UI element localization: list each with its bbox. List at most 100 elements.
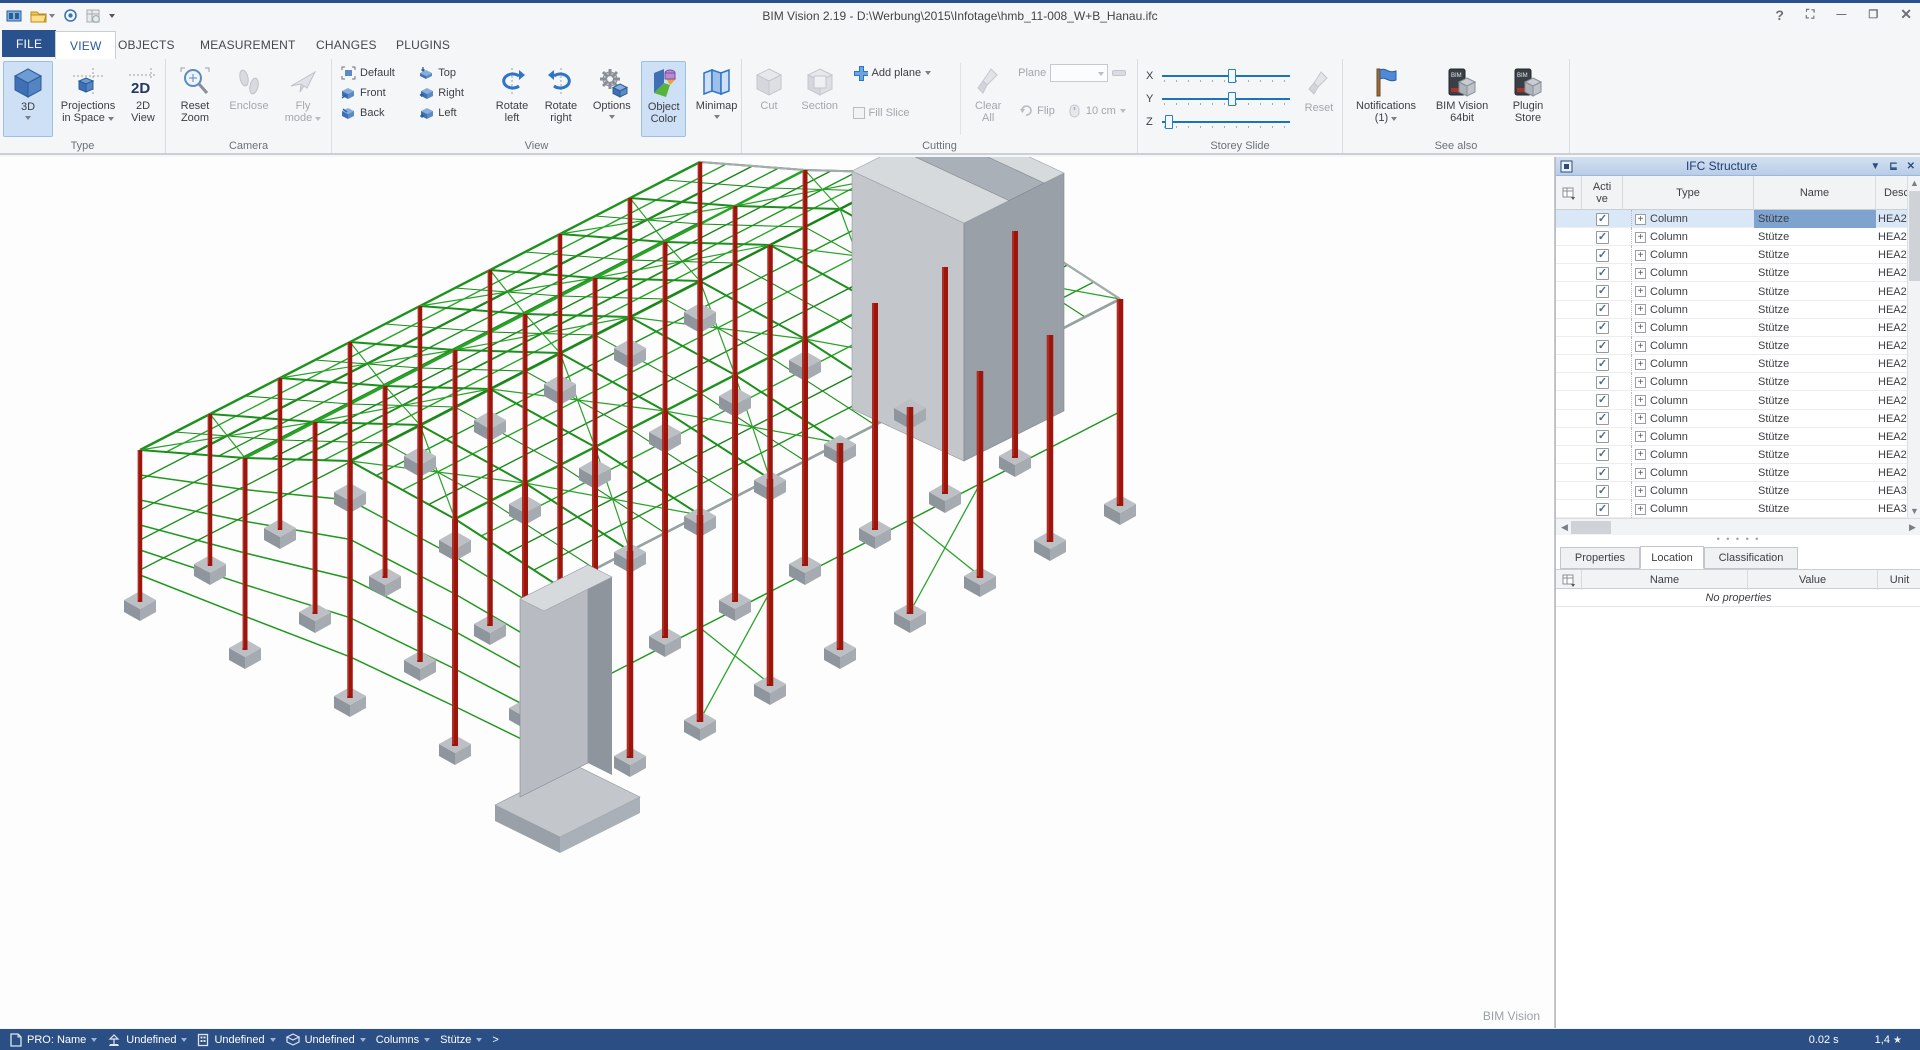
ifc-table-row[interactable]: ✓ + Column Stütze HEA240 bbox=[1556, 410, 1908, 428]
clear-all-button[interactable]: Clear All bbox=[967, 61, 1009, 137]
tab-file[interactable]: FILE bbox=[2, 30, 56, 57]
expand-icon[interactable]: + bbox=[1635, 232, 1646, 243]
panel-close-icon[interactable]: ✕ bbox=[1907, 161, 1915, 172]
ifc-table-row[interactable]: ✓ + Column Stütze HEA240 bbox=[1556, 446, 1908, 464]
ifc-table-row[interactable]: ✓ + Column Stütze HEA240 bbox=[1556, 464, 1908, 482]
tab-changes[interactable]: CHANGES bbox=[302, 31, 391, 59]
expand-icon[interactable]: + bbox=[1635, 468, 1646, 479]
ifc-table-row[interactable]: ✓ + Column Stütze HEA240 bbox=[1556, 228, 1908, 246]
active-checkbox[interactable]: ✓ bbox=[1596, 213, 1609, 226]
expand-icon[interactable]: + bbox=[1635, 341, 1646, 352]
active-checkbox[interactable]: ✓ bbox=[1596, 394, 1609, 407]
plugin-store-button[interactable]: BIM Plugin Store bbox=[1503, 61, 1553, 137]
tab-properties[interactable]: Properties bbox=[1560, 547, 1640, 569]
expand-icon[interactable]: + bbox=[1635, 250, 1646, 261]
panel-menu-icon[interactable] bbox=[1560, 160, 1573, 173]
ifc-table-row[interactable]: ✓ + Column Stütze HEA240 bbox=[1556, 355, 1908, 373]
active-checkbox[interactable]: ✓ bbox=[1596, 485, 1609, 498]
expand-icon[interactable]: + bbox=[1635, 504, 1646, 515]
notifications-button[interactable]: Notifications (1) bbox=[1351, 61, 1421, 137]
ifc-table-row[interactable]: ✓ + Column Stütze HEA240 bbox=[1556, 283, 1908, 301]
3d-button[interactable]: 3D bbox=[3, 61, 53, 137]
active-checkbox[interactable]: ✓ bbox=[1596, 503, 1609, 516]
active-checkbox[interactable]: ✓ bbox=[1596, 285, 1609, 298]
active-checkbox[interactable]: ✓ bbox=[1596, 430, 1609, 443]
reset-zoom-button[interactable]: Reset Zoom bbox=[170, 61, 220, 137]
active-checkbox[interactable]: ✓ bbox=[1596, 249, 1609, 262]
fly-mode-button[interactable]: Fly mode bbox=[278, 61, 328, 137]
active-checkbox[interactable]: ✓ bbox=[1596, 412, 1609, 425]
expand-icon[interactable]: + bbox=[1635, 486, 1646, 497]
expand-icon[interactable]: + bbox=[1635, 395, 1646, 406]
view-left-button[interactable]: Left bbox=[416, 103, 484, 123]
enclose-button[interactable]: Enclose bbox=[224, 61, 274, 137]
add-plane-button[interactable]: Add plane bbox=[850, 63, 955, 83]
statusbar-item[interactable]: Undefined bbox=[197, 1033, 275, 1047]
active-checkbox[interactable]: ✓ bbox=[1596, 376, 1609, 389]
active-checkbox[interactable]: ✓ bbox=[1596, 448, 1609, 461]
active-checkbox[interactable]: ✓ bbox=[1596, 231, 1609, 244]
storey-slider-z[interactable] bbox=[1162, 115, 1290, 129]
ifc-table-row[interactable]: ✓ + Column Stütze HEA240 bbox=[1556, 264, 1908, 282]
flip-label[interactable]: Flip bbox=[1037, 105, 1055, 117]
view-right-button[interactable]: Right bbox=[416, 83, 484, 103]
ifc-table-row[interactable]: ✓ + Column Stütze HEA240 bbox=[1556, 373, 1908, 391]
active-checkbox[interactable]: ✓ bbox=[1596, 303, 1609, 316]
expand-icon[interactable]: + bbox=[1635, 268, 1646, 279]
expand-icon[interactable]: + bbox=[1635, 359, 1646, 370]
view-back-button[interactable]: Back bbox=[338, 103, 410, 123]
fill-slice-checkbox[interactable]: Fill Slice bbox=[850, 103, 955, 123]
ifc-table-row[interactable]: ✓ + Column Stütze HEA240 bbox=[1556, 301, 1908, 319]
storey-reset-button[interactable]: Reset bbox=[1298, 63, 1340, 114]
expand-icon[interactable]: + bbox=[1635, 431, 1646, 442]
column-header-type[interactable]: Type bbox=[1623, 176, 1754, 210]
panel-dropdown-icon[interactable]: ▼ bbox=[1870, 161, 1880, 172]
expand-icon[interactable]: + bbox=[1635, 449, 1646, 460]
restore-button[interactable]: ❐ bbox=[1868, 8, 1878, 21]
minimize-button[interactable]: — bbox=[1836, 9, 1846, 20]
scroll-down-icon[interactable]: ▼ bbox=[1908, 504, 1920, 518]
options-button[interactable]: Options bbox=[588, 61, 635, 137]
ifc-table-row[interactable]: ✓ + Column Stütze HEA240 bbox=[1556, 337, 1908, 355]
column-header-active[interactable]: Active bbox=[1582, 176, 1623, 210]
column-header-name[interactable]: Name bbox=[1754, 176, 1876, 210]
ifc-table-row[interactable]: ✓ + Column Stütze HEA320 bbox=[1556, 500, 1908, 518]
scroll-right-icon[interactable]: ▶ bbox=[1906, 520, 1919, 534]
props-options-icon[interactable] bbox=[1556, 570, 1582, 590]
expand-icon[interactable]: + bbox=[1635, 304, 1646, 315]
ifc-table-row[interactable]: ✓ + Column Stütze HEA240 bbox=[1556, 392, 1908, 410]
active-checkbox[interactable]: ✓ bbox=[1596, 321, 1609, 334]
panel-splitter[interactable]: • • • • • bbox=[1556, 535, 1920, 545]
step-label[interactable]: 10 cm bbox=[1086, 105, 1116, 117]
active-checkbox[interactable]: ✓ bbox=[1596, 340, 1609, 353]
statusbar-item[interactable]: Columns bbox=[376, 1034, 430, 1046]
view-default-button[interactable]: Default bbox=[338, 63, 410, 83]
tab-objects[interactable]: OBJECTS bbox=[104, 31, 189, 59]
expand-icon[interactable]: + bbox=[1635, 214, 1646, 225]
storey-slider-x[interactable] bbox=[1162, 69, 1290, 83]
expand-icon[interactable]: + bbox=[1635, 286, 1646, 297]
storey-slider-y[interactable] bbox=[1162, 92, 1290, 106]
statusbar-item[interactable]: Undefined bbox=[107, 1033, 187, 1046]
active-checkbox[interactable]: ✓ bbox=[1596, 267, 1609, 280]
fullscreen-button[interactable]: ⛶ bbox=[1806, 7, 1814, 22]
expand-icon[interactable]: + bbox=[1635, 413, 1646, 424]
statusbar-item[interactable]: PRO: Name bbox=[10, 1033, 97, 1047]
ifc-panel-titlebar[interactable]: IFC Structure ▼ ⊑ ✕ bbox=[1556, 157, 1920, 176]
ifc-table-row[interactable]: ✓ + Column Stütze HEA240 bbox=[1556, 428, 1908, 446]
vertical-scroll-thumb[interactable] bbox=[1909, 191, 1920, 281]
table-options-icon[interactable] bbox=[1556, 176, 1582, 210]
tab-classification[interactable]: Classification bbox=[1704, 547, 1798, 569]
scroll-left-icon[interactable]: ◀ bbox=[1558, 520, 1571, 534]
ifc-table-row[interactable]: ✓ + Column Stütze HEA320 bbox=[1556, 482, 1908, 500]
expand-icon[interactable]: + bbox=[1635, 377, 1646, 388]
active-checkbox[interactable]: ✓ bbox=[1596, 358, 1609, 371]
props-column-name[interactable]: Name bbox=[1582, 570, 1748, 590]
rotate-left-button[interactable]: Rotate left bbox=[491, 61, 534, 137]
3d-viewport[interactable]: BIM Vision bbox=[0, 157, 1555, 1028]
ifc-table-row[interactable]: ✓ + Column Stütze HEA240 bbox=[1556, 246, 1908, 264]
close-button[interactable]: ✕ bbox=[1900, 6, 1912, 23]
expand-icon[interactable]: + bbox=[1635, 322, 1646, 333]
props-column-unit[interactable]: Unit bbox=[1878, 570, 1920, 590]
help-button[interactable]: ? bbox=[1775, 7, 1784, 23]
